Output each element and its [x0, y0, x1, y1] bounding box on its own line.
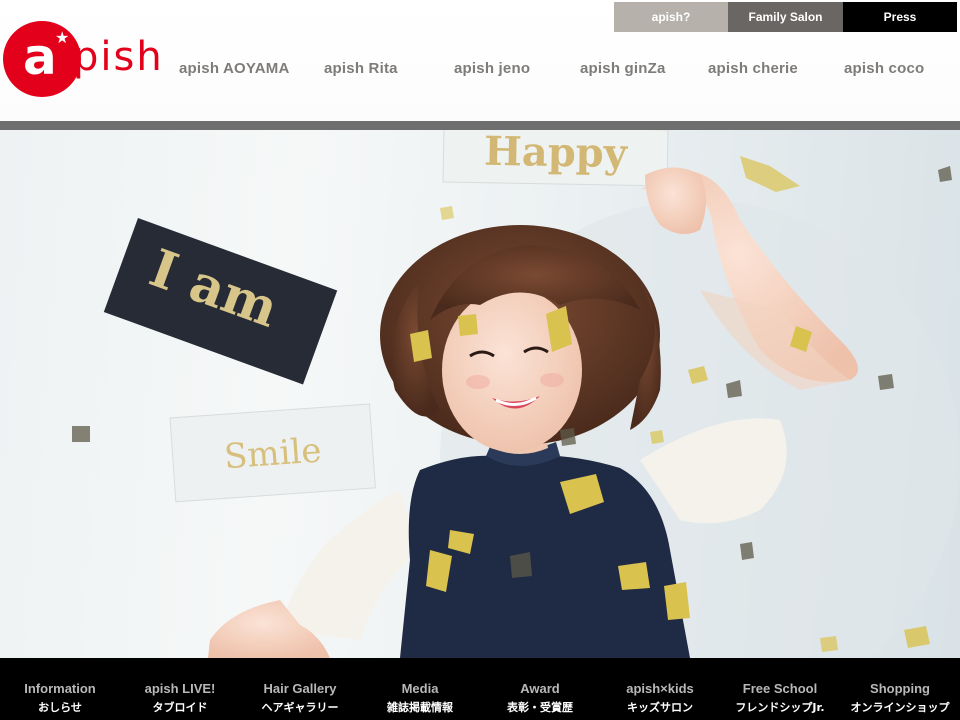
- footer-free-school-en: Free School: [742, 681, 818, 696]
- footer-apish-live-jp: タブロイド: [152, 701, 208, 714]
- footer-hair-gallery-en: Hair Gallery: [263, 681, 337, 696]
- footer-media[interactable]: Media 雑誌掲載情報: [360, 658, 480, 720]
- nav-apish-cherie[interactable]: apish cherie: [708, 60, 798, 77]
- footer-free-school[interactable]: Free School フレンドシップJr.: [720, 658, 840, 720]
- happy-card: Happy: [442, 130, 669, 187]
- footer-shopping-jp: オンラインショップ: [850, 701, 950, 714]
- nav-apish-rita[interactable]: apish Rita: [324, 60, 398, 77]
- footer-award-jp: 表彰・受賞歴: [507, 701, 573, 714]
- topbar-press-button[interactable]: Press: [843, 2, 957, 32]
- logo-wordmark: pish: [73, 34, 164, 80]
- footer-free-school-jp: フレンドシップJr.: [735, 701, 825, 714]
- site-header: a ★ pish apish? Family Salon Press apish…: [0, 0, 960, 121]
- utility-bar: apish? Family Salon Press: [614, 2, 957, 32]
- header-divider: [0, 121, 960, 130]
- footer-apish-kids-jp: キッズサロン: [627, 701, 693, 714]
- footer-hair-gallery[interactable]: Hair Gallery ヘアギャラリー: [240, 658, 360, 720]
- star-icon: ★: [55, 30, 70, 47]
- hero-illustration: Happy I am Smile: [72, 130, 960, 658]
- footer-information-en: Information: [24, 681, 96, 696]
- nav-apish-jeno[interactable]: apish jeno: [454, 60, 530, 77]
- footer-apish-kids[interactable]: apish×kids キッズサロン: [600, 658, 720, 720]
- logo-letter-a: a: [23, 28, 57, 86]
- footer-apish-live[interactable]: apish LIVE! タブロイド: [120, 658, 240, 720]
- nav-apish-ginza[interactable]: apish ginZa: [580, 60, 666, 77]
- i-am-card: I am: [103, 217, 338, 385]
- footer-shopping-en: Shopping: [870, 681, 930, 696]
- footer-media-en: Media: [401, 681, 439, 696]
- footer-award-en: Award: [520, 681, 560, 696]
- topbar-apish-button[interactable]: apish?: [614, 2, 728, 32]
- footer-information[interactable]: Information おしらせ: [0, 658, 120, 720]
- footer-shopping[interactable]: Shopping オンラインショップ: [840, 658, 960, 720]
- topbar-family-salon-button[interactable]: Family Salon: [728, 2, 843, 32]
- happy-card-text: Happy: [484, 130, 629, 177]
- footer-hair-gallery-jp: ヘアギャラリー: [261, 701, 339, 714]
- nav-apish-aoyama[interactable]: apish AOYAMA: [179, 60, 289, 77]
- footer-information-jp: おしらせ: [38, 701, 82, 714]
- footer-apish-live-en: apish LIVE!: [144, 681, 216, 696]
- footer-apish-kids-en: apish×kids: [626, 681, 694, 696]
- footer-nav: Information おしらせ apish LIVE! タブロイド Hair …: [0, 658, 960, 720]
- smile-card-text: Smile: [223, 431, 323, 478]
- apish-logo[interactable]: a ★ pish: [3, 21, 163, 97]
- smile-card: Smile: [169, 403, 376, 503]
- footer-media-jp: 雑誌掲載情報: [387, 701, 453, 714]
- hero-banner[interactable]: Happy I am Smile: [0, 130, 960, 658]
- salon-nav: apish AOYAMA apish Rita apish jeno apish…: [166, 60, 960, 84]
- footer-award[interactable]: Award 表彰・受賞歴: [480, 658, 600, 720]
- nav-apish-coco[interactable]: apish coco: [844, 60, 924, 77]
